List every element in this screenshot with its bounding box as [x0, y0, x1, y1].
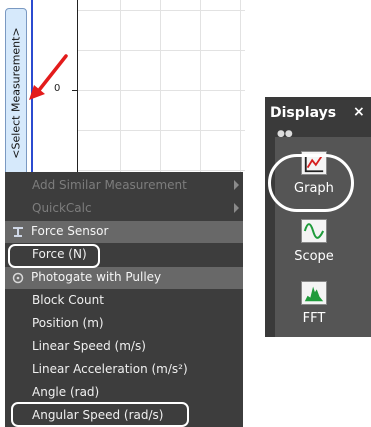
menu-item-linear-acceleration[interactable]: Linear Acceleration (m/s²)	[5, 359, 243, 381]
menu-item-label: QuickCalc	[32, 201, 92, 215]
display-item-label: Scope	[294, 249, 334, 264]
select-measurement-label: <Select Measurement>	[9, 27, 23, 159]
menu-item-label: Linear Acceleration (m/s²)	[32, 362, 188, 376]
grid-line	[78, 10, 245, 11]
display-item-fft[interactable]: FFT	[275, 279, 371, 335]
menu-item-block-count[interactable]: Block Count	[5, 290, 243, 312]
highlight-ring	[268, 154, 354, 212]
submenu-arrow-icon	[234, 203, 239, 213]
fft-icon	[301, 281, 327, 305]
menu-item-label: Linear Speed (m/s)	[32, 339, 146, 353]
menu-item-add-similar-measurement: Add Similar Measurement	[5, 175, 243, 197]
highlight-ring	[8, 244, 100, 268]
submenu-arrow-icon	[234, 180, 239, 190]
displays-title: Displays	[270, 105, 337, 121]
grid-line	[78, 50, 245, 51]
menu-item-linear-speed[interactable]: Linear Speed (m/s)	[5, 336, 243, 358]
scope-icon	[301, 219, 327, 243]
menu-item-angle[interactable]: Angle (rad)	[5, 382, 243, 404]
y-axis-tick	[72, 90, 78, 91]
display-item-scope[interactable]: Scope	[275, 217, 371, 273]
menu-header-label: Force Sensor	[31, 224, 109, 238]
menu-item-label: Angle (rad)	[32, 385, 100, 399]
annotation-arrow-icon	[29, 54, 68, 100]
menu-item-position[interactable]: Position (m)	[5, 313, 243, 335]
photogate-icon	[12, 272, 24, 284]
menu-item-label: Block Count	[32, 293, 104, 307]
grid-line	[78, 170, 245, 171]
highlight-ring	[11, 402, 189, 427]
grid-line	[78, 90, 245, 91]
menu-header-photogate-with-pulley: Photogate with Pulley	[5, 267, 243, 289]
display-item-label: FFT	[302, 311, 326, 326]
menu-header-force-sensor: Force Sensor	[5, 221, 243, 243]
force-sensor-icon	[13, 227, 23, 237]
menu-item-label: Position (m)	[32, 316, 104, 330]
grid-line	[78, 130, 245, 131]
menu-item-label: Add Similar Measurement	[32, 178, 187, 192]
menu-header-label: Photogate with Pulley	[31, 270, 162, 284]
close-icon[interactable]: ×	[353, 104, 365, 120]
displays-panel: Displays × ●● Graph Scope FFT	[265, 97, 371, 337]
measurement-menu: Add Similar Measurement QuickCalc Force …	[5, 172, 243, 427]
select-measurement-button[interactable]: <Select Measurement>	[5, 8, 27, 178]
menu-item-quickcalc: QuickCalc	[5, 198, 243, 220]
